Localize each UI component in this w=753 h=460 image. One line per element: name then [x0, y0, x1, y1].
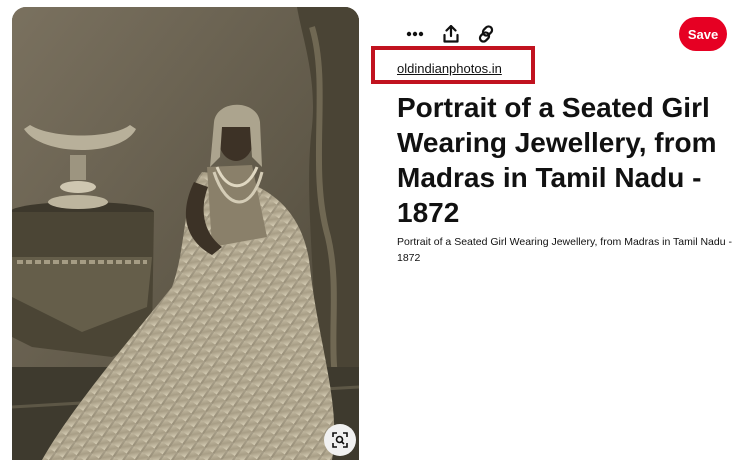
link-icon — [478, 25, 494, 43]
save-button[interactable]: Save — [679, 17, 727, 51]
visual-search-button[interactable] — [324, 424, 356, 456]
copy-link-button[interactable] — [474, 22, 498, 46]
more-options-button[interactable] — [403, 22, 427, 46]
visual-search-icon — [332, 432, 348, 448]
source-link[interactable]: oldindianphotos.in — [397, 61, 502, 76]
pin-title: Portrait of a Seated Girl Wearing Jewell… — [397, 92, 717, 228]
share-icon — [443, 25, 459, 43]
pin-image[interactable] — [12, 7, 359, 460]
more-options-icon — [406, 31, 424, 37]
share-button[interactable] — [439, 22, 463, 46]
pin-description: Portrait of a Seated Girl Wearing Jewell… — [397, 236, 732, 264]
sepia-portrait-photo — [12, 7, 359, 460]
